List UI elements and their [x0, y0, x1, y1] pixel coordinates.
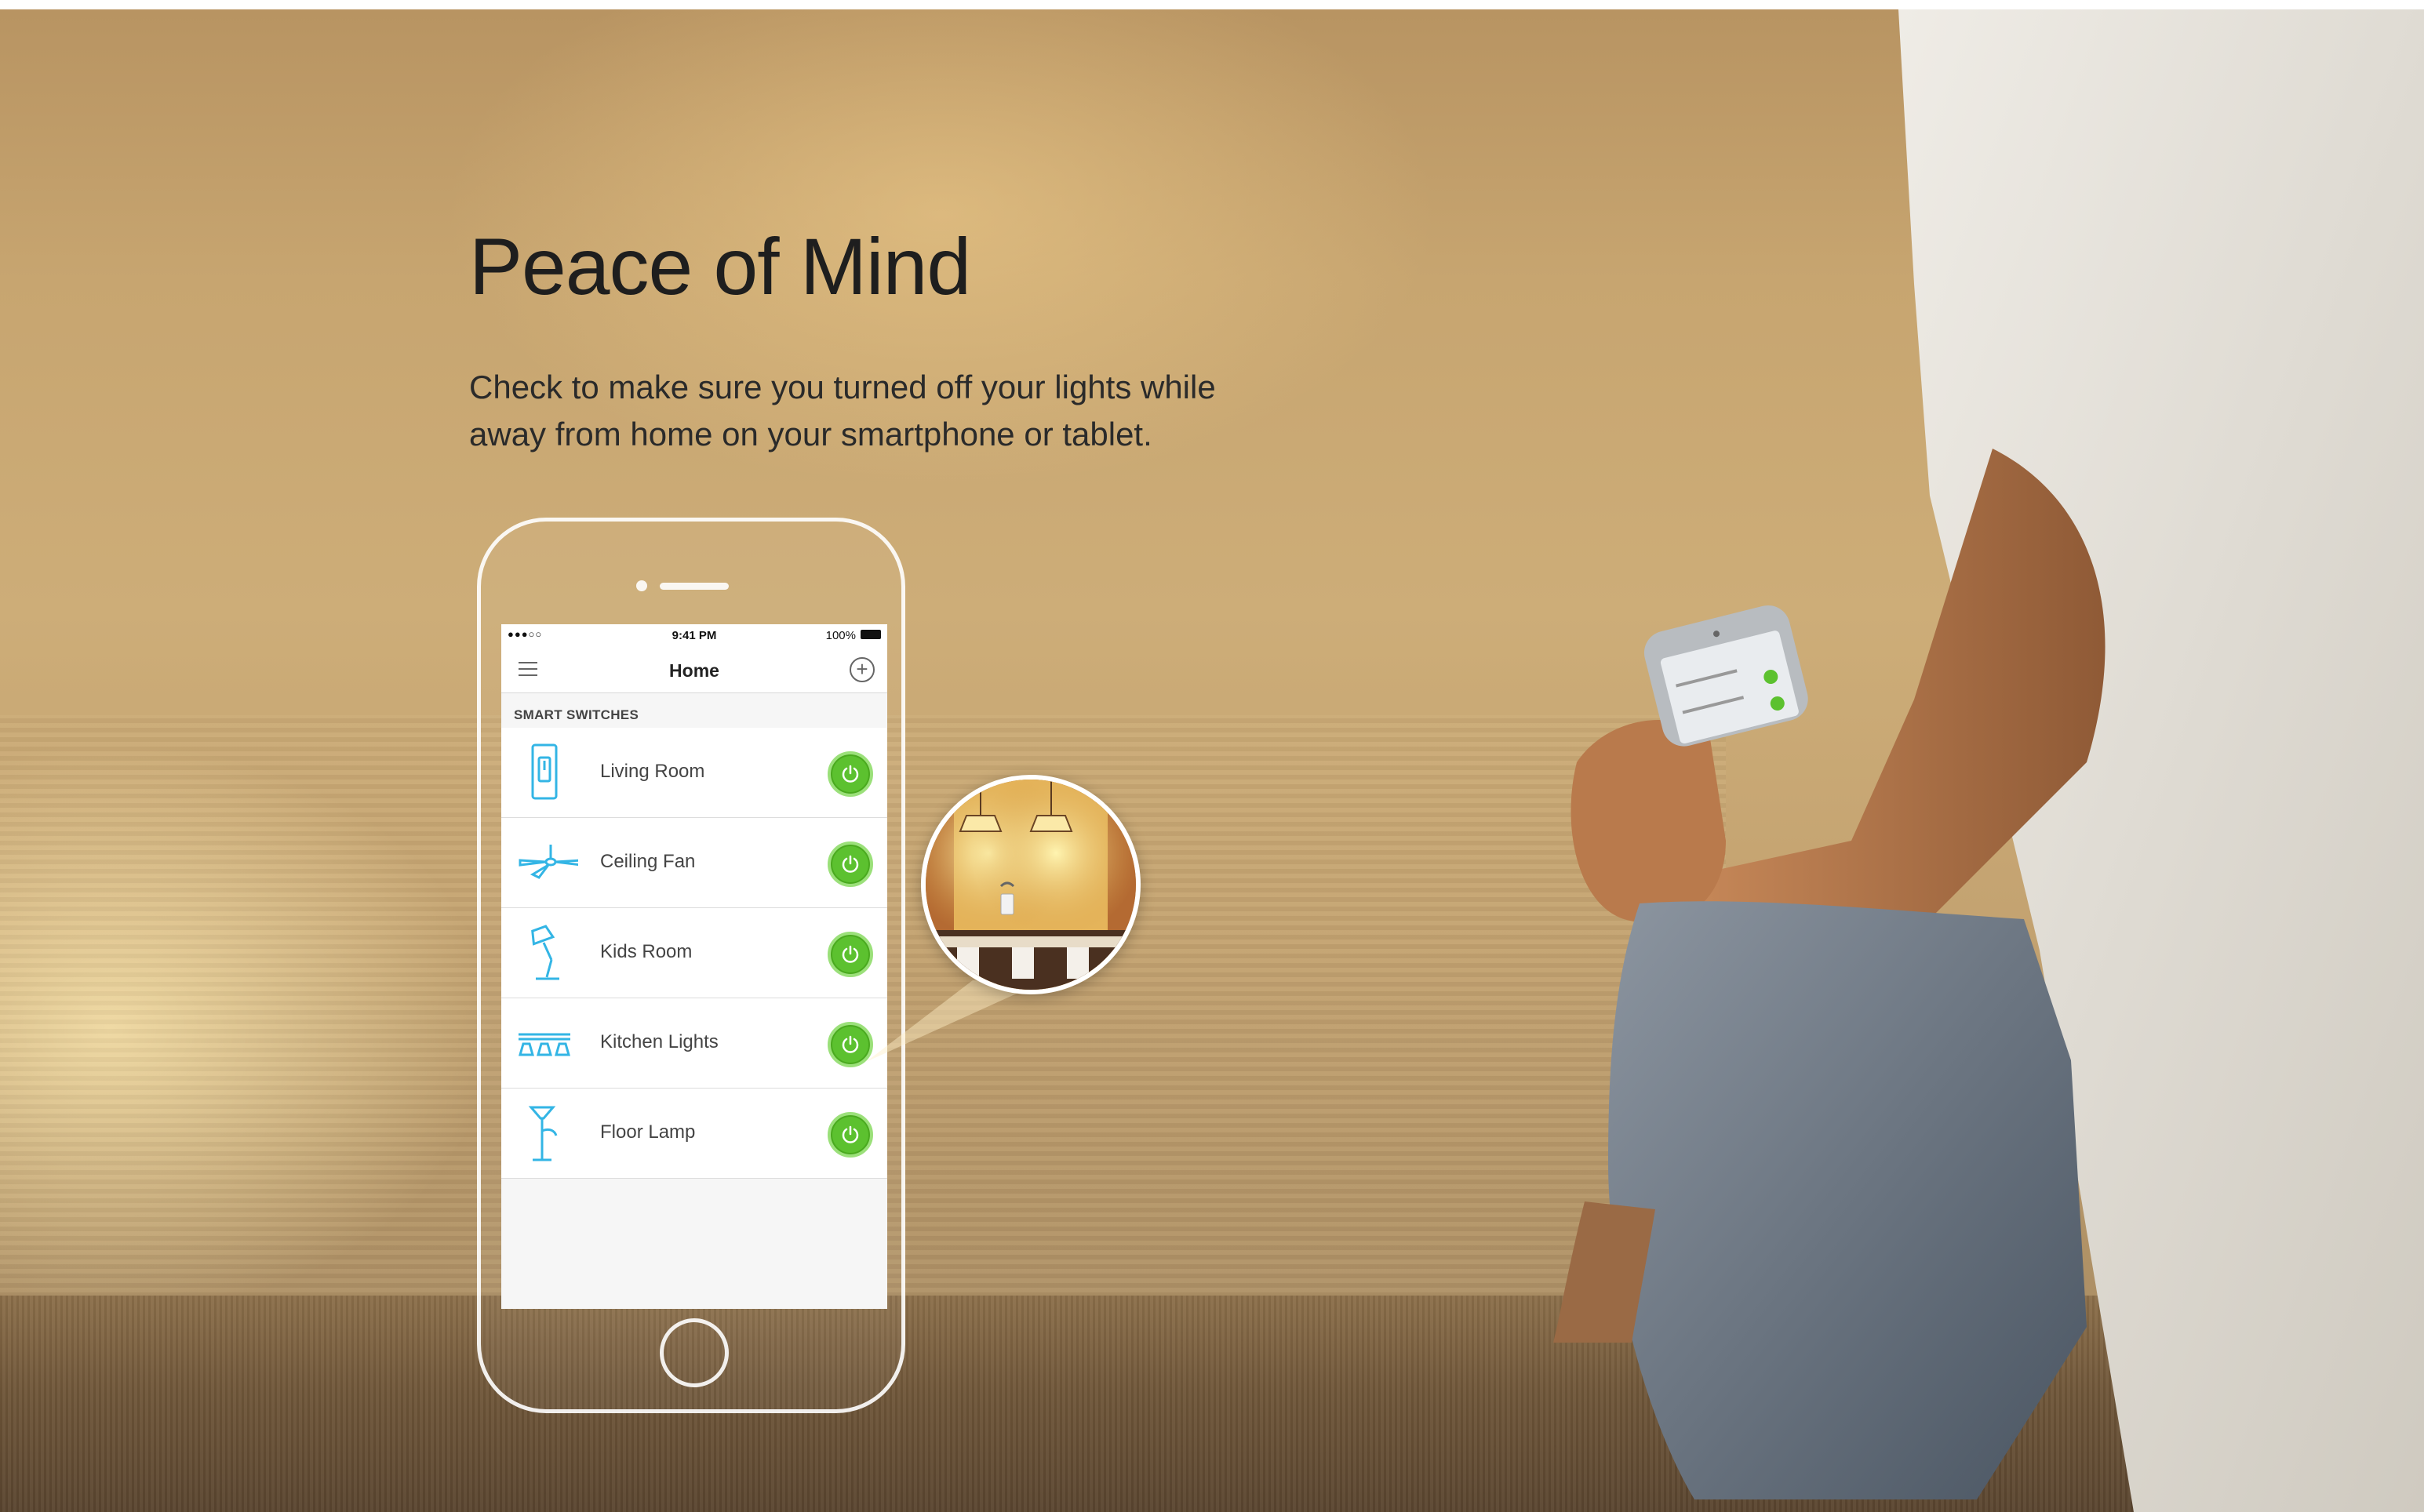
phone-mockup: ●●●○○ 9:41 PM 100% Home + SMART SWITCHES	[477, 518, 905, 1413]
phone-camera	[636, 580, 647, 591]
nav-title: Home	[669, 660, 719, 681]
device-row-kitchen-lights[interactable]: Kitchen Lights	[501, 998, 887, 1089]
device-row-kids-room[interactable]: Kids Room	[501, 908, 887, 998]
person-with-phone-image	[1553, 9, 2424, 1512]
section-label: SMART SWITCHES	[514, 707, 639, 722]
status-bar: ●●●○○ 9:41 PM 100%	[501, 624, 887, 646]
battery-percent: 100%	[825, 629, 856, 642]
page-title: Peace of Mind	[469, 222, 971, 311]
pendant-lights-icon	[519, 1033, 570, 1056]
app-screen: ●●●○○ 9:41 PM 100% Home + SMART SWITCHES	[501, 624, 887, 1309]
power-icon	[842, 765, 859, 783]
floor-lamp-icon	[528, 1106, 558, 1161]
page-description: Check to make sure you turned off your l…	[469, 369, 1216, 453]
device-label: Ceiling Fan	[600, 851, 696, 872]
device-label: Living Room	[600, 761, 705, 782]
add-device-icon[interactable]: +	[850, 657, 875, 682]
phone-speaker	[660, 583, 729, 590]
device-list: Living Room Ceiling Fan Kids Room Kitche…	[501, 728, 887, 1179]
device-label: Kids Room	[600, 941, 693, 962]
power-toggle-button[interactable]	[828, 841, 873, 887]
power-icon	[842, 1125, 859, 1143]
power-toggle-button[interactable]	[828, 1112, 873, 1158]
phone-home-button	[660, 1318, 729, 1387]
hero-background: Peace of Mind Check to make sure you tur…	[0, 9, 2424, 1512]
device-label: Kitchen Lights	[600, 1031, 719, 1052]
power-toggle-button[interactable]	[828, 751, 873, 797]
device-row-ceiling-fan[interactable]: Ceiling Fan	[501, 818, 887, 908]
device-row-living-room[interactable]: Living Room	[501, 728, 887, 818]
power-icon	[842, 855, 859, 873]
device-label: Floor Lamp	[600, 1121, 696, 1143]
ceiling-fan-icon	[519, 845, 578, 879]
nav-bar: Home +	[501, 646, 887, 693]
desk-lamp-icon	[531, 925, 559, 980]
light-switch-icon	[531, 743, 558, 800]
battery-icon	[861, 630, 881, 639]
kitchen-zoom-image	[921, 775, 1141, 994]
device-row-floor-lamp[interactable]: Floor Lamp	[501, 1089, 887, 1179]
power-icon	[842, 945, 859, 963]
